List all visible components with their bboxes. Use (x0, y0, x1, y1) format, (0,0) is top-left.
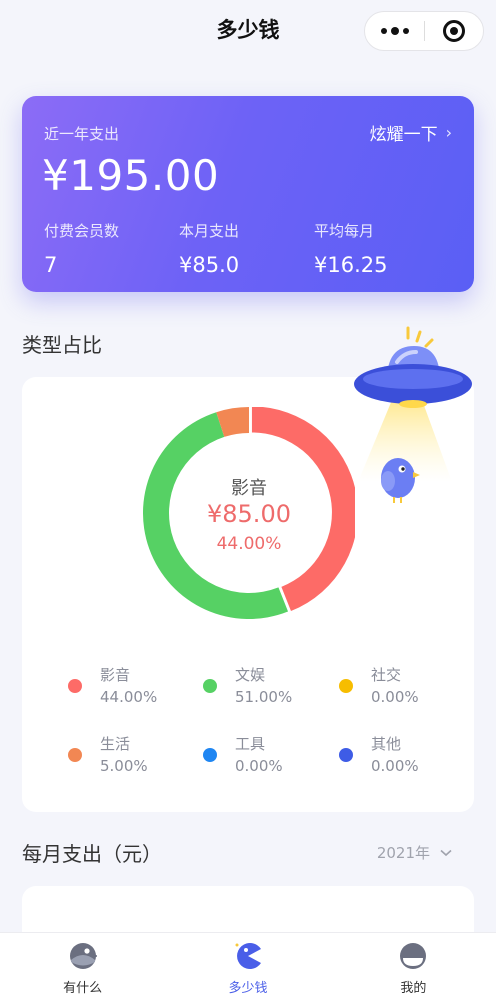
legend-item-qita[interactable]: 其他 0.00% (339, 733, 459, 781)
tab-how-much[interactable]: 多少钱 (165, 933, 330, 1000)
legend-dot (68, 748, 82, 762)
legend-name: 工具 (235, 735, 266, 753)
legend-name: 生活 (100, 735, 131, 753)
more-dot-icon (402, 28, 409, 34)
pacman-coin-icon (235, 943, 261, 969)
tab-label: 有什么 (63, 981, 103, 996)
show-off-label: 炫耀一下 (369, 125, 438, 145)
donut-center: 影音 ¥85.00 44.00% (143, 407, 355, 619)
more-dot-icon (390, 27, 399, 35)
spending-summary-card: 近一年支出 炫耀一下 › ¥195.00 付费会员数 7 本月支出 ¥85.0 … (22, 96, 474, 292)
legend-name: 其他 (371, 735, 402, 753)
year-spending-label: 近一年支出 (44, 125, 120, 143)
chevron-down-icon (440, 849, 452, 856)
more-menu-button[interactable] (365, 12, 424, 50)
show-off-button[interactable]: 炫耀一下 › (370, 120, 452, 145)
legend-dot (68, 679, 82, 693)
stat-label: 平均每月 (314, 222, 375, 240)
monthly-spending-title: 每月支出（元） (22, 842, 162, 866)
legend-dot (203, 748, 217, 762)
donut-center-percent: 44.00% (216, 534, 282, 554)
legend-percent: 44.00% (100, 688, 158, 706)
stat-value: 7 (44, 253, 58, 277)
year-selector[interactable]: 2021年 (377, 842, 452, 863)
stat-this-month: 本月支出 ¥85.0 (179, 220, 239, 277)
chevron-right-icon: › (445, 123, 452, 142)
legend-name: 社交 (371, 666, 402, 684)
tab-what[interactable]: 有什么 (0, 933, 165, 1000)
target-close-icon (443, 20, 465, 42)
legend-dot (203, 679, 217, 693)
legend-item-shejiao[interactable]: 社交 0.00% (339, 664, 459, 712)
legend-item-wenyu[interactable]: 文娱 51.00% (203, 664, 323, 712)
legend-item-shenghuo[interactable]: 生活 5.00% (68, 733, 188, 781)
legend-percent: 0.00% (371, 757, 419, 775)
stat-value: ¥16.25 (314, 253, 388, 277)
tab-mine[interactable]: 我的 (331, 933, 496, 1000)
legend-dot (339, 679, 353, 693)
tab-label: 我的 (400, 981, 427, 996)
donut-center-name: 影音 (231, 478, 267, 499)
close-program-button[interactable] (425, 12, 483, 50)
legend-percent: 51.00% (235, 688, 293, 706)
year-selector-value: 2021年 (376, 844, 430, 862)
legend-percent: 5.00% (100, 757, 148, 775)
legend-item-gongju[interactable]: 工具 0.00% (203, 733, 323, 781)
stat-label: 本月支出 (179, 222, 240, 240)
legend-percent: 0.00% (371, 688, 419, 706)
donut-center-amount: ¥85.00 (207, 500, 291, 528)
tab-label: 多少钱 (228, 981, 268, 996)
stat-monthly-average: 平均每月 ¥16.25 (314, 220, 387, 277)
legend-dot (339, 748, 353, 762)
profile-face-icon (400, 943, 427, 969)
legend-name: 文娱 (235, 666, 266, 684)
mini-program-capsule (364, 11, 484, 51)
stat-label: 付费会员数 (44, 222, 120, 240)
top-bar: 多少钱 (0, 0, 496, 64)
legend-name: 影音 (100, 666, 131, 684)
stat-paid-members: 付费会员数 7 (44, 220, 119, 277)
bottom-tab-bar: 有什么 多少钱 我的 (0, 932, 496, 1000)
legend-item-yingyin[interactable]: 影音 44.00% (68, 664, 188, 712)
more-dot-icon (380, 28, 387, 34)
legend-percent: 0.00% (235, 757, 283, 775)
year-spending-total: ¥195.00 (42, 151, 220, 200)
stat-value: ¥85.0 (179, 253, 240, 277)
type-share-title: 类型占比 (22, 333, 102, 357)
bird-head-icon (69, 943, 97, 969)
ufo-bird-illustration (354, 326, 472, 503)
